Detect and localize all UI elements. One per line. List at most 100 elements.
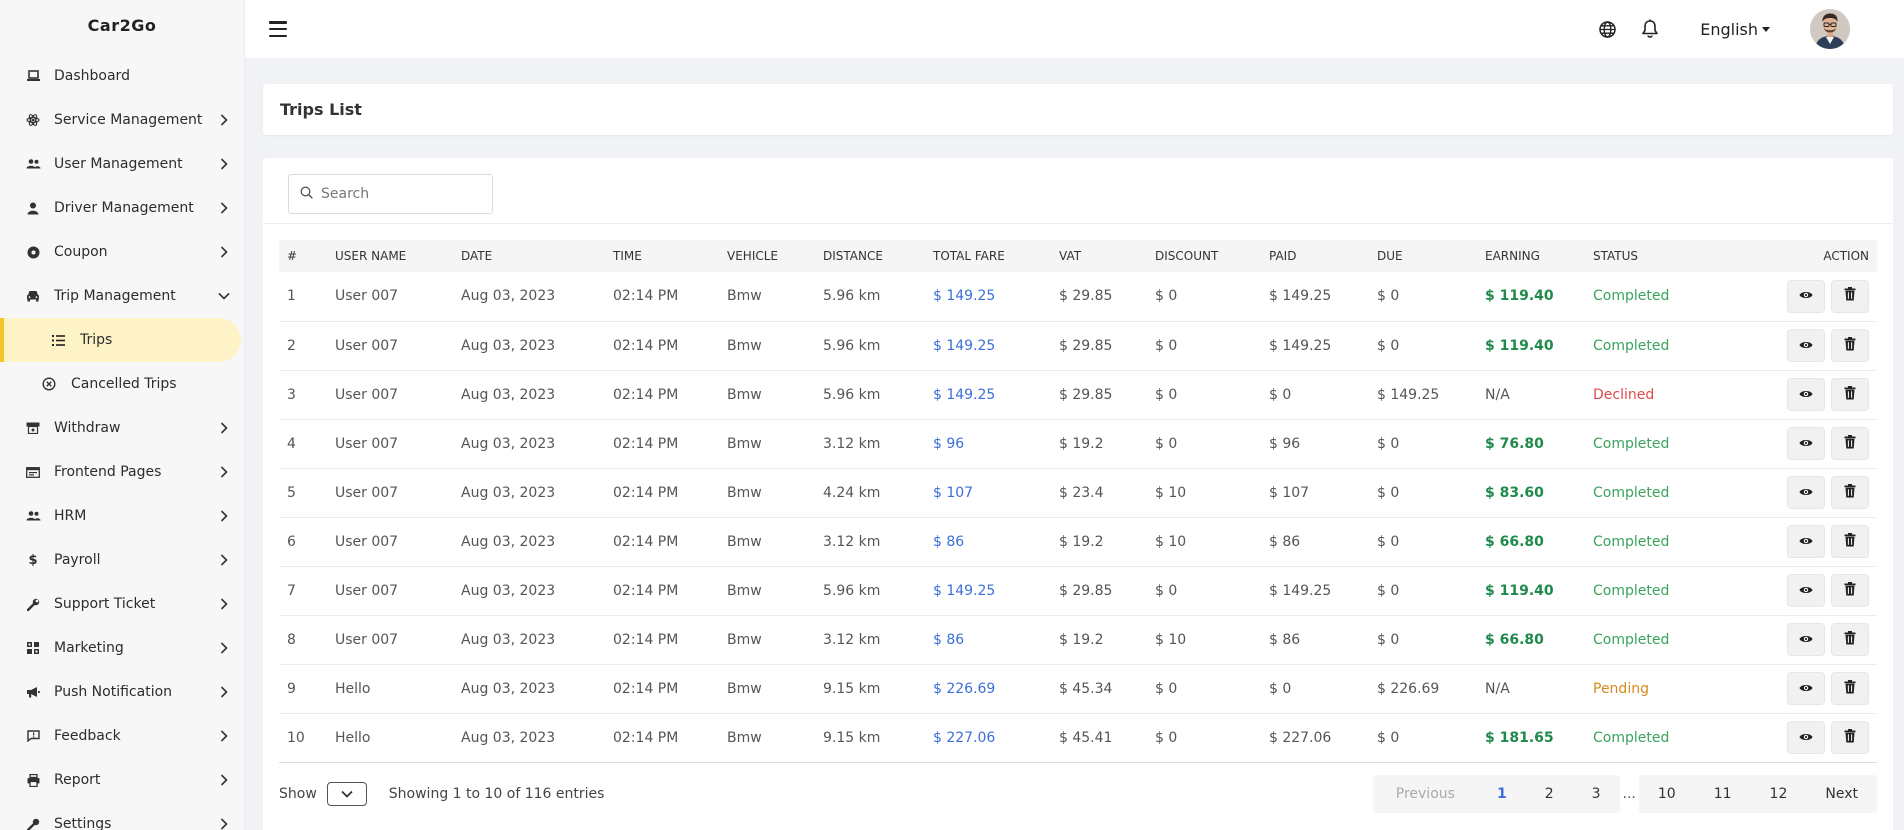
column-header[interactable]: DISTANCE	[815, 240, 925, 272]
pagination-previous[interactable]: Previous	[1373, 775, 1478, 813]
distance: 3.12 km	[823, 631, 881, 648]
sidebar-subitem-cancelled-trips[interactable]: Cancelled Trips	[0, 362, 244, 406]
column-header[interactable]: USER NAME	[327, 240, 453, 272]
per-page-select[interactable]	[326, 782, 367, 806]
user-name: User 007	[335, 533, 399, 550]
pagination-page[interactable]: 1	[1478, 775, 1526, 813]
column-header[interactable]: VAT	[1051, 240, 1147, 272]
pagination-page[interactable]: 2	[1526, 775, 1573, 813]
sidebar-item-coupon[interactable]: Coupon	[0, 230, 244, 274]
due: $ 0	[1377, 484, 1400, 501]
user-name: User 007	[335, 435, 399, 452]
sidebar-item-user-management[interactable]: User Management	[0, 142, 244, 186]
eye-icon	[1799, 338, 1813, 354]
trash-icon	[1844, 336, 1856, 355]
vehicle: Bmw	[727, 435, 762, 452]
globe-icon[interactable]	[1597, 19, 1617, 39]
sidebar-item-trip-management[interactable]: Trip Management	[0, 274, 244, 318]
column-header[interactable]: VEHICLE	[719, 240, 815, 272]
total-fare: $ 149.25	[933, 386, 996, 403]
view-button[interactable]	[1787, 476, 1825, 509]
row-actions	[1715, 713, 1877, 762]
page-title: Trips List	[280, 100, 362, 119]
brand-logo[interactable]: Car2Go	[0, 0, 244, 50]
distance: 5.96 km	[823, 582, 881, 599]
view-button[interactable]	[1787, 525, 1825, 558]
view-button[interactable]	[1787, 623, 1825, 656]
sidebar-item-feedback[interactable]: Feedback	[0, 714, 244, 758]
column-header[interactable]: STATUS	[1585, 240, 1715, 272]
sidebar-item-service-management[interactable]: Service Management	[0, 98, 244, 142]
sidebar-item-label: Feedback	[54, 728, 121, 744]
feedback-icon	[25, 728, 41, 744]
delete-button[interactable]	[1831, 623, 1869, 656]
delete-button[interactable]	[1831, 574, 1869, 607]
column-header[interactable]: EARNING	[1477, 240, 1585, 272]
trip-time: 02:14 PM	[613, 386, 679, 403]
grid-icon	[25, 640, 41, 656]
sidebar-item-label: Support Ticket	[54, 596, 156, 612]
pagination-page[interactable]: 11	[1695, 775, 1751, 813]
sidebar-item-report[interactable]: Report	[0, 758, 244, 802]
delete-button[interactable]	[1831, 329, 1869, 362]
sidebar-item-label: Driver Management	[54, 200, 194, 216]
delete-button[interactable]	[1831, 525, 1869, 558]
eye-icon	[1799, 387, 1813, 403]
column-header[interactable]: TIME	[605, 240, 719, 272]
delete-button[interactable]	[1831, 476, 1869, 509]
delete-button[interactable]	[1831, 279, 1869, 313]
chevron-right-icon	[218, 730, 230, 742]
sidebar-item-settings[interactable]: Settings	[0, 802, 244, 830]
vat: $ 19.2	[1059, 631, 1104, 648]
pagination-page[interactable]: 3	[1573, 775, 1620, 813]
sidebar-subitem-trips[interactable]: Trips	[0, 318, 241, 362]
column-header[interactable]: DISCOUNT	[1147, 240, 1261, 272]
table-row: 7 User 007 Aug 03, 2023 02:14 PM Bmw 5.96 km $…	[279, 566, 1877, 615]
bell-icon[interactable]	[1640, 19, 1660, 39]
row-actions	[1715, 664, 1877, 713]
delete-button[interactable]	[1831, 721, 1869, 754]
sidebar-item-marketing[interactable]: Marketing	[0, 626, 244, 670]
delete-button[interactable]	[1831, 672, 1869, 705]
trip-time: 02:14 PM	[613, 484, 679, 501]
sidebar-item-withdraw[interactable]: Withdraw	[0, 406, 244, 450]
pagination-page[interactable]: 10	[1639, 775, 1695, 813]
sidebar-item-support-ticket[interactable]: Support Ticket	[0, 582, 244, 626]
total-fare: $ 227.06	[933, 729, 996, 746]
trip-time: 02:14 PM	[613, 435, 679, 452]
sidebar-item-hrm[interactable]: HRM	[0, 494, 244, 538]
pagination-page[interactable]: 12	[1751, 775, 1807, 813]
sidebar-item-push-notification[interactable]: Push Notification	[0, 670, 244, 714]
trash-icon	[1844, 483, 1856, 502]
language-dropdown[interactable]: English	[1700, 20, 1770, 39]
user-avatar[interactable]	[1810, 9, 1850, 49]
entries-info: Showing 1 to 10 of 116 entries	[388, 786, 605, 802]
column-header[interactable]: PAID	[1261, 240, 1369, 272]
chevron-right-icon	[218, 642, 230, 654]
sidebar-item-payroll[interactable]: $ Payroll	[0, 538, 244, 582]
view-button[interactable]	[1787, 279, 1825, 313]
view-button[interactable]	[1787, 672, 1825, 705]
pagination-next[interactable]: Next	[1806, 775, 1877, 813]
view-button[interactable]	[1787, 574, 1825, 607]
sidebar-item-driver-management[interactable]: Driver Management	[0, 186, 244, 230]
delete-button[interactable]	[1831, 427, 1869, 460]
view-button[interactable]	[1787, 427, 1825, 460]
pagination-group-right: 10 11 12 Next	[1638, 775, 1877, 813]
column-header[interactable]: TOTAL FARE	[925, 240, 1051, 272]
search-input[interactable]	[321, 186, 481, 202]
sidebar-item-frontend-pages[interactable]: Frontend Pages	[0, 450, 244, 494]
column-header[interactable]: #	[279, 240, 327, 272]
column-header[interactable]: DUE	[1369, 240, 1477, 272]
sidebar-item-dashboard[interactable]: Dashboard	[0, 54, 244, 98]
row-actions	[1715, 370, 1877, 419]
view-button[interactable]	[1787, 721, 1825, 754]
hamburger-menu-icon[interactable]	[269, 21, 287, 37]
column-header[interactable]: DATE	[453, 240, 605, 272]
row-actions	[1715, 321, 1877, 370]
delete-button[interactable]	[1831, 378, 1869, 411]
row-actions	[1715, 419, 1877, 468]
view-button[interactable]	[1787, 378, 1825, 411]
view-button[interactable]	[1787, 329, 1825, 362]
trip-date: Aug 03, 2023	[461, 533, 556, 550]
